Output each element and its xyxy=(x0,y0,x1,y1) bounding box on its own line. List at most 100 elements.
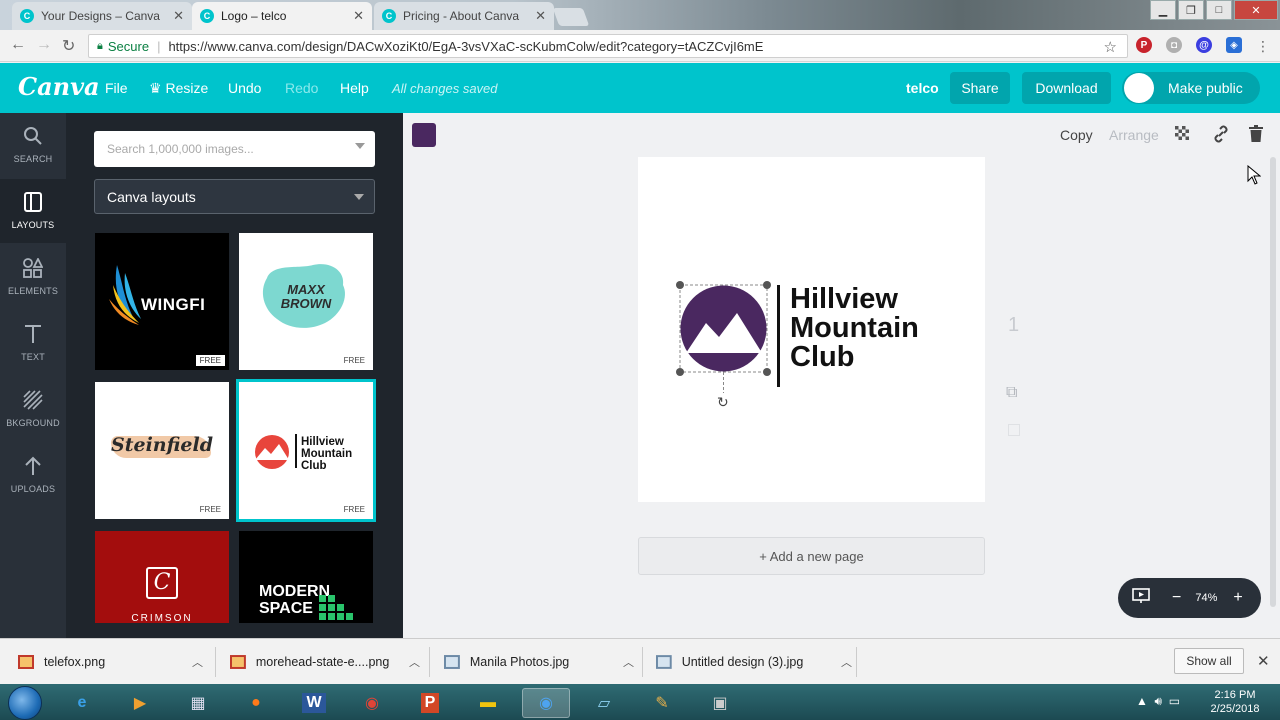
layout-category-select[interactable]: Canva layouts xyxy=(94,179,375,214)
image-search-input[interactable]: Search 1,000,000 images... xyxy=(94,131,375,167)
trash-icon[interactable] xyxy=(1249,125,1263,145)
copy-button[interactable]: Copy xyxy=(1060,127,1093,143)
new-tab-button[interactable] xyxy=(552,8,590,26)
color-swatch[interactable] xyxy=(412,123,436,147)
resize-button[interactable]: ♛ Resize xyxy=(149,80,208,97)
layout-thumbnail-crimson[interactable]: C CRIMSON xyxy=(95,531,229,623)
forward-arrow-icon[interactable]: → xyxy=(36,36,52,54)
close-tab-icon[interactable]: ✕ xyxy=(353,8,364,24)
chevron-up-icon[interactable]: ︿ xyxy=(409,654,420,670)
camera-app-icon[interactable]: ▣ xyxy=(696,688,744,718)
internet-explorer-icon[interactable]: e xyxy=(58,688,106,718)
notes-icon[interactable]: ▱ xyxy=(580,688,628,718)
word-icon[interactable]: W xyxy=(290,688,338,718)
download-button[interactable]: Download xyxy=(1022,72,1111,104)
rail-layouts[interactable]: LAYOUTS xyxy=(0,179,66,243)
clock-date: 2/25/2018 xyxy=(1210,703,1260,715)
rail-text[interactable]: TEXT xyxy=(0,311,66,375)
make-public-toggle[interactable]: Make public xyxy=(1122,72,1260,104)
powerpoint-icon[interactable]: P xyxy=(406,688,454,718)
windows-taskbar: e ▶ ▦ ● W ◉ P ▬ ◉ ▱ ✎ ▣ ▲ 🔊︎ ▭ 2:16 PM 2… xyxy=(0,684,1280,720)
rail-search[interactable]: SEARCH xyxy=(0,113,66,177)
layout-thumbnail-wingfi[interactable]: WINGFI FREE xyxy=(95,233,229,370)
layout-thumbnail-hillview[interactable]: Hillview Mountain Club FREE xyxy=(236,379,376,522)
back-arrow-icon[interactable]: ← xyxy=(10,36,26,54)
logo-line: Mountain xyxy=(790,312,919,344)
zoom-in-button[interactable]: + xyxy=(1233,589,1242,607)
layouts-panel: Search 1,000,000 images... Canva layouts… xyxy=(66,113,403,638)
download-filename: Manila Photos.jpg xyxy=(469,655,570,669)
help-menu[interactable]: Help xyxy=(340,80,369,96)
chevron-up-icon[interactable]: ︿ xyxy=(192,654,203,670)
crimson-monogram-icon: C xyxy=(146,567,178,599)
reload-icon[interactable]: ↻ xyxy=(62,36,75,56)
zoom-level[interactable]: 74% xyxy=(1195,592,1217,604)
downloads-bar: telefox.png ︿ morehead-state-e....png ︿ … xyxy=(0,638,1280,684)
at-extension-icon[interactable]: @ xyxy=(1196,37,1212,53)
clock-time: 2:16 PM xyxy=(1214,689,1256,701)
browser-tab-pricing[interactable]: C Pricing - About Canva ✕ xyxy=(374,2,554,30)
design-canvas[interactable]: ↻ Hillview Mountain Club xyxy=(638,157,985,502)
close-tab-icon[interactable]: ✕ xyxy=(535,8,546,24)
browser-tab-your-designs[interactable]: C Your Designs – Canva ✕ xyxy=(12,2,192,30)
maximize-window-icon[interactable]: □ xyxy=(1206,0,1232,20)
chevron-up-icon[interactable]: ︿ xyxy=(841,654,852,670)
layout-thumbnail-maxx-brown[interactable]: MAXX BROWN FREE xyxy=(239,233,373,370)
zoom-out-button[interactable]: − xyxy=(1172,589,1181,607)
logo-line: Hillview xyxy=(790,283,898,315)
share-button[interactable]: Share xyxy=(950,72,1010,104)
duplicate-page-icon[interactable]: ⧉ xyxy=(1006,384,1017,402)
close-window-icon[interactable]: ✕ xyxy=(1234,0,1278,20)
show-all-downloads-button[interactable]: Show all xyxy=(1174,648,1244,674)
link-icon[interactable] xyxy=(1212,125,1230,146)
system-tray-icons[interactable]: ▲ 🔊︎ ▭ xyxy=(1136,694,1180,709)
paint-icon[interactable]: ✎ xyxy=(638,688,686,718)
camera-extension-icon[interactable]: ◘ xyxy=(1166,37,1182,53)
undo-button[interactable]: Undo xyxy=(228,80,261,96)
calculator-icon[interactable]: ▦ xyxy=(174,688,222,718)
present-icon[interactable] xyxy=(1132,587,1150,609)
logo-heading[interactable]: Hillview Mountain Club xyxy=(790,285,919,372)
redo-button[interactable]: Redo xyxy=(285,80,318,96)
url-omnibox[interactable]: 🔒︎ Secure | https://www.canva.com/design… xyxy=(88,34,1128,58)
pinterest-extension-icon[interactable]: P xyxy=(1136,37,1152,53)
chevron-up-icon[interactable]: ︿ xyxy=(623,654,634,670)
download-item-morehead[interactable]: morehead-state-e....png ︿ xyxy=(230,639,420,685)
firefox-icon[interactable]: ● xyxy=(232,688,280,718)
browser-tab-logo-telco[interactable]: C Logo – telco ✕ xyxy=(192,2,372,30)
file-menu[interactable]: File xyxy=(105,80,128,96)
rail-elements[interactable]: ELEMENTS xyxy=(0,245,66,309)
rotate-handle-icon[interactable]: ↻ xyxy=(717,394,729,411)
download-item-telefox[interactable]: telefox.png ︿ xyxy=(18,639,204,685)
layout-thumbnail-steinfield[interactable]: Steinfield FREE xyxy=(95,382,229,519)
download-item-manila[interactable]: Manila Photos.jpg ︿ xyxy=(444,639,634,685)
shield-extension-icon[interactable]: ◈ xyxy=(1226,37,1242,53)
layout-thumbnail-modern-space[interactable]: MODERN SPACE xyxy=(239,531,373,623)
rail-uploads[interactable]: UPLOADS xyxy=(0,443,66,507)
browser-menu-icon[interactable]: ⋮ xyxy=(1256,38,1270,55)
layout-title: WINGFI xyxy=(141,295,206,314)
close-downloads-icon[interactable]: ✕ xyxy=(1257,652,1270,670)
vertical-scrollbar[interactable] xyxy=(1270,157,1276,607)
taskbar-clock[interactable]: 2:16 PM 2/25/2018 xyxy=(1200,688,1270,716)
chevron-down-icon[interactable] xyxy=(355,143,365,149)
transparency-icon[interactable] xyxy=(1175,126,1189,143)
chrome-active-window-icon[interactable]: ◉ xyxy=(522,688,570,718)
close-tab-icon[interactable]: ✕ xyxy=(173,8,184,24)
media-player-icon[interactable]: ▶ xyxy=(116,688,164,718)
team-name[interactable]: telco xyxy=(906,80,939,96)
restore-window-icon[interactable]: ❐ xyxy=(1178,0,1204,20)
omnibox-separator: | xyxy=(157,38,161,54)
arrange-button[interactable]: Arrange xyxy=(1109,127,1159,143)
chrome-icon[interactable]: ◉ xyxy=(348,688,396,718)
delete-page-icon[interactable] xyxy=(1008,424,1020,436)
file-explorer-icon[interactable]: ▬ xyxy=(464,688,512,718)
canva-logo[interactable]: Canva xyxy=(18,72,100,101)
minimize-window-icon[interactable]: ▁ xyxy=(1150,0,1176,20)
bookmark-star-icon[interactable]: ☆ xyxy=(1104,38,1117,56)
start-button[interactable] xyxy=(8,686,42,720)
save-status: All changes saved xyxy=(392,81,498,96)
rail-background[interactable]: BKGROUND xyxy=(0,377,66,441)
add-new-page-button[interactable]: + Add a new page xyxy=(638,537,985,575)
download-item-untitled-design[interactable]: Untitled design (3).jpg ︿ xyxy=(656,639,852,685)
